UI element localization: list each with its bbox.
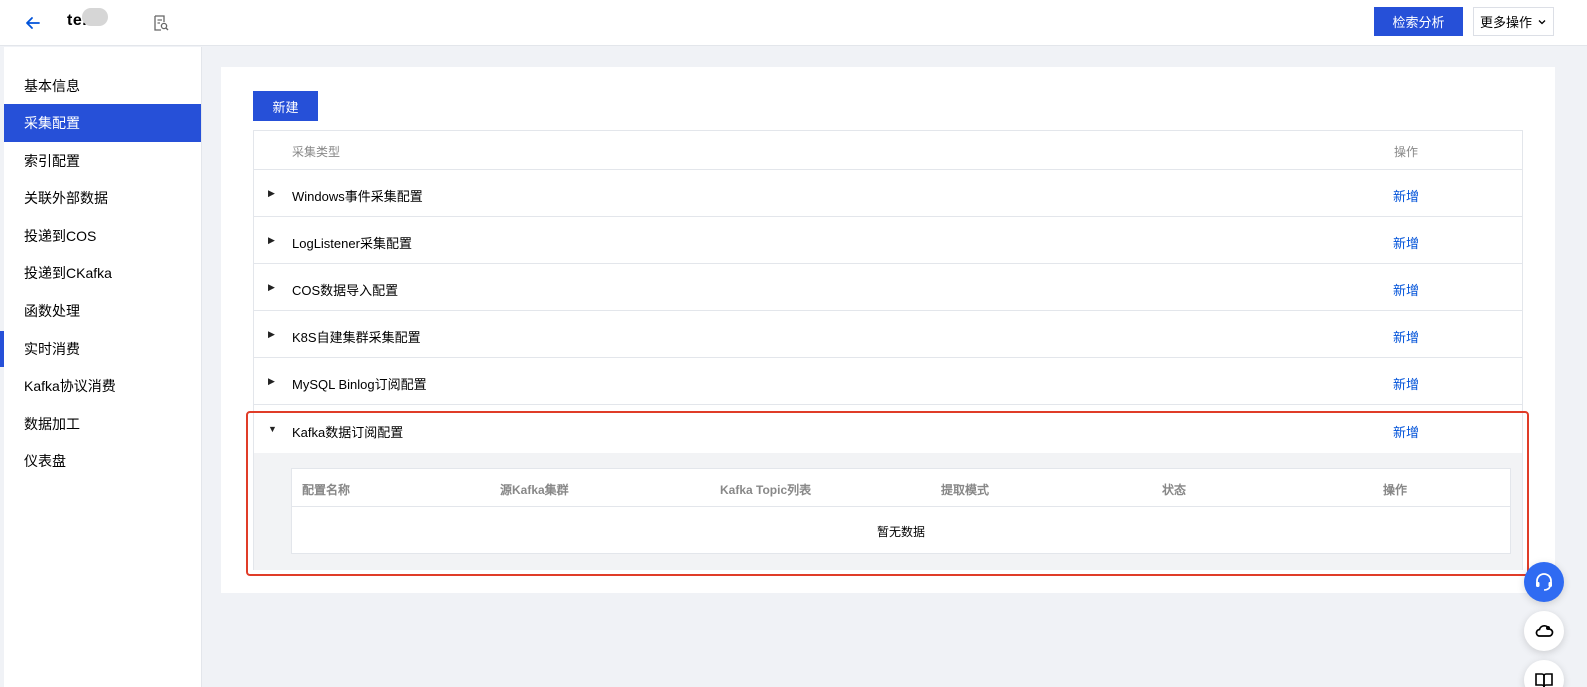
add-link[interactable]: 新增 <box>1393 422 1419 441</box>
sidebar-item-collection-config[interactable]: 采集配置 <box>4 104 201 142</box>
add-link[interactable]: 新增 <box>1393 374 1419 393</box>
sidebar-item-data-processing[interactable]: 数据加工 <box>4 405 201 443</box>
more-actions-label: 更多操作 <box>1479 15 1532 30</box>
add-link[interactable]: 新增 <box>1393 233 1419 252</box>
sidebar: 基本信息 采集配置 索引配置 关联外部数据 投递到COS 投递到CKafka 函… <box>0 47 202 687</box>
search-analysis-button[interactable]: 检索分析 <box>1374 7 1463 36</box>
sidebar-item-deliver-cos[interactable]: 投递到COS <box>4 217 201 255</box>
cloud-button[interactable] <box>1524 611 1564 651</box>
caret-right-icon[interactable]: ▶ <box>268 235 275 246</box>
caret-right-icon[interactable]: ▶ <box>268 282 275 293</box>
empty-state-text: 暂无数据 <box>876 525 925 539</box>
document-search-icon[interactable] <box>152 14 170 32</box>
column-header: 配置名称 <box>302 483 351 497</box>
sidebar-item-external-data[interactable]: 关联外部数据 <box>4 179 201 217</box>
new-button[interactable]: 新建 <box>253 91 318 121</box>
table-row-expanded[interactable]: ▼ Kafka数据订阅配置 新增 <box>254 406 1522 453</box>
subtable-header: 配置名称 源Kafka集群 Kafka Topic列表 提取模式 状态 操作 <box>292 469 1510 507</box>
row-name: Kafka数据订阅配置 <box>292 425 404 440</box>
row-name: K8S自建集群采集配置 <box>292 330 421 345</box>
book-icon <box>1535 673 1553 687</box>
sidebar-item-deliver-ckafka[interactable]: 投递到CKafka <box>4 254 201 292</box>
sidebar-item-index-config[interactable]: 索引配置 <box>4 142 201 180</box>
column-header: Kafka Topic列表 <box>720 483 812 497</box>
table-row[interactable]: ▶ COS数据导入配置 新增 <box>254 264 1522 311</box>
add-link[interactable]: 新增 <box>1393 186 1419 205</box>
table-row[interactable]: ▶ MySQL Binlog订阅配置 新增 <box>254 358 1522 405</box>
row-name: Windows事件采集配置 <box>292 189 423 204</box>
cloud-icon <box>1535 624 1554 637</box>
row-name: LogListener采集配置 <box>292 236 412 251</box>
row-name: COS数据导入配置 <box>292 283 399 298</box>
chevron-down-icon <box>1538 19 1546 24</box>
column-header: 采集类型 <box>292 145 341 159</box>
arrow-left-icon[interactable] <box>22 12 44 34</box>
table-row[interactable]: ▶ Windows事件采集配置 新增 <box>254 170 1522 217</box>
caret-right-icon[interactable]: ▶ <box>268 329 275 340</box>
table-row[interactable]: ▶ K8S自建集群采集配置 新增 <box>254 311 1522 358</box>
column-header: 操作 <box>1394 145 1419 159</box>
sidebar-item-function[interactable]: 函数处理 <box>4 292 201 330</box>
kafka-subscription-table: 配置名称 源Kafka集群 Kafka Topic列表 提取模式 状态 操作 暂… <box>291 468 1511 554</box>
column-header: 操作 <box>1383 483 1408 497</box>
book-button[interactable] <box>1524 660 1564 687</box>
sidebar-item-realtime-consume[interactable]: 实时消费 <box>4 330 201 368</box>
sidebar-item-kafka-consume[interactable]: Kafka协议消费 <box>4 367 201 405</box>
column-header: 源Kafka集群 <box>500 483 569 497</box>
add-link[interactable]: 新增 <box>1393 280 1419 299</box>
column-header: 状态 <box>1162 483 1187 497</box>
support-button[interactable] <box>1524 562 1564 602</box>
title-redaction <box>82 8 108 26</box>
headset-icon <box>1536 573 1552 591</box>
caret-right-icon[interactable]: ▶ <box>268 188 275 199</box>
sidebar-item-basic-info[interactable]: 基本信息 <box>4 67 201 105</box>
more-actions-dropdown[interactable]: 更多操作 <box>1473 7 1554 36</box>
caret-right-icon[interactable]: ▶ <box>268 376 275 387</box>
caret-down-icon[interactable]: ▼ <box>268 424 277 434</box>
column-header: 提取模式 <box>941 483 990 497</box>
add-link[interactable]: 新增 <box>1393 327 1419 346</box>
top-bar: te... 检索分析 更多操作 <box>0 0 1587 46</box>
table-row[interactable]: ▶ LogListener采集配置 新增 <box>254 217 1522 264</box>
sidebar-item-dashboard[interactable]: 仪表盘 <box>4 442 201 480</box>
table-header: 采集类型 操作 <box>254 131 1522 170</box>
row-name: MySQL Binlog订阅配置 <box>292 377 427 392</box>
